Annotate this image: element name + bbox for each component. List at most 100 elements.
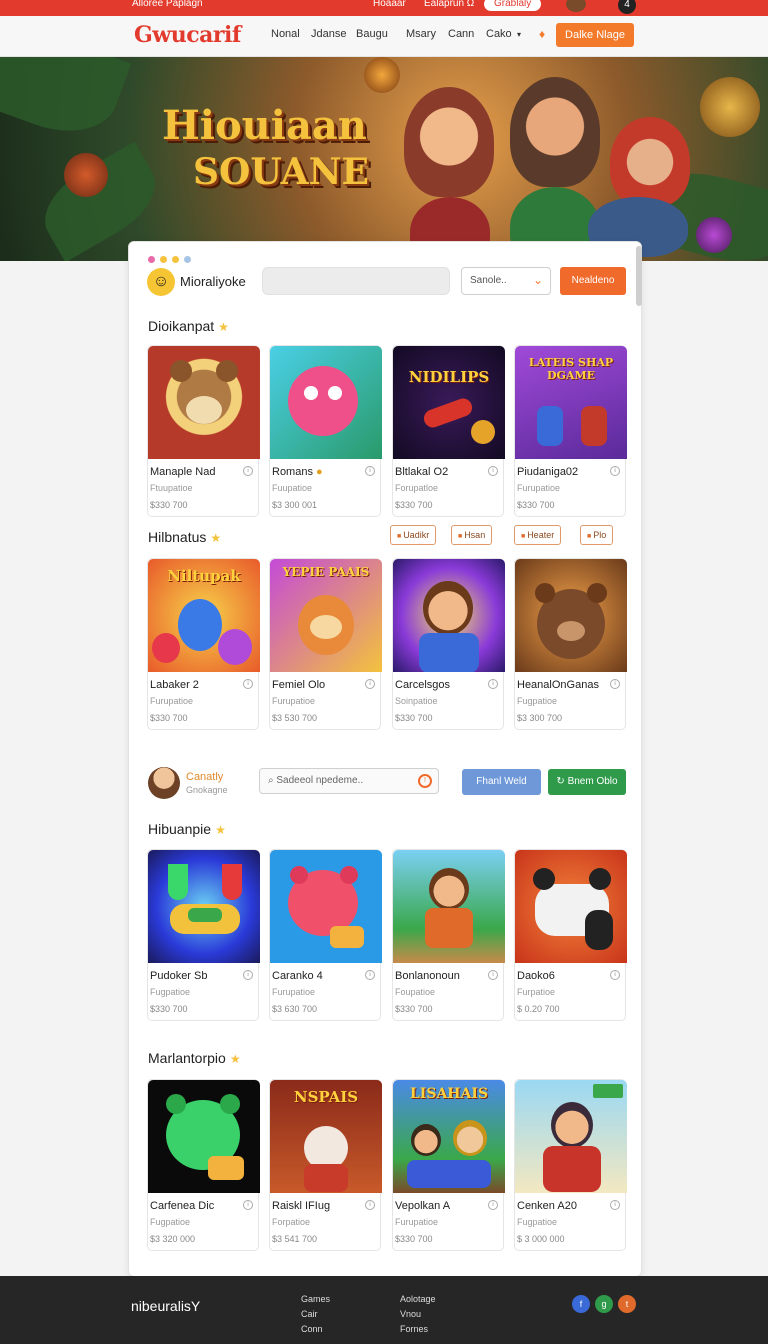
star-icon: ★ — [215, 823, 226, 837]
info-icon[interactable]: i — [365, 1200, 375, 1210]
game-subtitle: Ftuupatioe — [150, 483, 193, 493]
nav-link-4[interactable]: Msary — [406, 28, 436, 40]
game-price: $ 0.20 700 — [517, 1004, 560, 1014]
search-placeholder: Sadeeol npedeme.. — [276, 775, 364, 786]
info-icon[interactable]: i — [610, 466, 620, 476]
game-price: $3 630 700 — [272, 1004, 318, 1014]
game-title: Raiskl IFIug — [272, 1200, 331, 1212]
hero-character-3 — [610, 117, 690, 207]
game-price: $330 700 — [395, 1004, 433, 1014]
info-icon[interactable]: i — [610, 679, 620, 689]
game-price: $3 320 000 — [150, 1234, 196, 1244]
game-card[interactable]: Pudoker Sb i Fugpatioe $330 700 — [147, 849, 260, 1021]
game-title: HeanalOnGanas — [517, 679, 599, 691]
info-icon[interactable]: i — [488, 970, 498, 980]
nav-cta-button[interactable]: Dalke Nlage — [556, 23, 634, 47]
thumb-title: NIDILIPS — [408, 368, 490, 386]
game-card[interactable]: Manaple Nad i Ftuupatioe $330 700 — [147, 345, 260, 517]
info-icon[interactable]: i — [365, 970, 375, 980]
filter-tag[interactable]: Plo — [580, 525, 614, 545]
nav-link-2[interactable]: Jdanse — [311, 28, 346, 40]
scrollbar[interactable] — [636, 246, 642, 306]
info-icon[interactable]: i — [243, 970, 253, 980]
footer-link[interactable]: Fornes — [400, 1322, 436, 1337]
game-title: Romans ● — [272, 466, 323, 478]
game-card[interactable]: LATEIS SHAP DGAME Piudaniga02 i Furupati… — [514, 345, 627, 517]
chevron-down-icon: ⌄ — [532, 273, 543, 287]
footer-link[interactable]: Games — [301, 1292, 330, 1307]
game-card[interactable]: Carcelsgos i Soinpatioe $330 700 — [392, 558, 505, 730]
top-link-1[interactable]: Hoaaar — [373, 0, 406, 9]
footer-link[interactable]: Cair — [301, 1307, 330, 1322]
footer-logo[interactable]: nibeuralisY — [131, 1298, 200, 1314]
thumb-title: Niltupak — [167, 567, 241, 585]
footer-col-2: Aolotage Vnou Fornes — [400, 1292, 436, 1337]
game-card[interactable]: Bonlanonoun i Foupatioe $330 700 — [392, 849, 505, 1021]
game-subtitle: Furupatioe — [395, 1217, 439, 1227]
social-icon[interactable]: t — [618, 1295, 636, 1313]
game-title: Caranko 4 — [272, 970, 323, 982]
nav-link-3[interactable]: Baugu — [356, 28, 388, 40]
notification-badge[interactable]: 4 — [618, 0, 636, 14]
info-icon[interactable]: i — [365, 466, 375, 476]
sort-select-value: Sanole.. — [470, 275, 507, 286]
game-price: $330 700 — [150, 713, 188, 723]
game-card[interactable]: Caranko 4 i Furupatioe $3 630 700 — [269, 849, 382, 1021]
game-card[interactable]: HeanalOnGanas i Fugpatioe $3 300 700 — [514, 558, 627, 730]
info-icon[interactable]: i — [243, 466, 253, 476]
game-price: $330 700 — [150, 500, 188, 510]
sort-select[interactable]: Sanole.. ⌄ — [461, 267, 551, 295]
footer-link[interactable]: Aolotage — [400, 1292, 436, 1307]
nav-link-1[interactable]: Nonal — [271, 28, 300, 40]
game-price: $3 530 700 — [272, 713, 318, 723]
game-card[interactable]: NSPAIS Raiskl IFIug i Forpatioe $3 541 7… — [269, 1079, 382, 1251]
top-link-2[interactable]: Ealaprun Ω — [424, 0, 474, 9]
social-icon[interactable]: g — [595, 1295, 613, 1313]
game-card[interactable]: NIDILIPS Bltlakal O2 i Forupatloe $330 7… — [392, 345, 505, 517]
game-card[interactable]: Niltupak Labaker 2 i Furupatioe $330 700 — [147, 558, 260, 730]
info-icon[interactable]: i — [488, 679, 498, 689]
info-icon[interactable]: i — [365, 679, 375, 689]
info-icon[interactable]: i — [243, 679, 253, 689]
facebook-icon[interactable]: f — [572, 1295, 590, 1313]
game-card[interactable]: YEPIE PAAIS Femiel Olo i Furupatioe $3 5… — [269, 558, 382, 730]
footer-link[interactable]: Vnou — [400, 1307, 436, 1322]
game-title: Manaple Nad — [150, 466, 216, 478]
search-field[interactable]: ⌕ Sadeeol npedeme.. ! — [259, 768, 439, 794]
chevron-down-icon[interactable]: ▾ — [517, 30, 521, 39]
game-price: $330 700 — [395, 500, 433, 510]
game-card[interactable]: Daoko6 i Furpatioe $ 0.20 700 — [514, 849, 627, 1021]
thumb-title: LISAHAIS — [409, 1086, 489, 1102]
game-subtitle: Fuupatioe — [272, 483, 313, 493]
blue-action-button[interactable]: Fhanl Weld — [462, 769, 541, 795]
green-action-button[interactable]: ↻ Bnem Oblo — [548, 769, 626, 795]
game-card[interactable]: Carfenea Dic i Fugpatioe $3 320 000 — [147, 1079, 260, 1251]
game-card[interactable]: LISAHAIS Vepolkan A i Furupatioe $330 70… — [392, 1079, 505, 1251]
info-icon[interactable]: i — [488, 466, 498, 476]
footer: nibeuralisY Games Cair Conn Aolotage Vno… — [0, 1276, 768, 1344]
game-subtitle: Fugpatioe — [517, 1217, 558, 1227]
hero-character-2 — [510, 77, 600, 187]
clock-icon[interactable]: ! — [418, 774, 432, 788]
nav-link-5[interactable]: Cann — [448, 28, 474, 40]
game-card[interactable]: Cenken A20 i Fugpatioe $ 3 000 000 — [514, 1079, 627, 1251]
info-icon[interactable]: i — [488, 1200, 498, 1210]
info-icon[interactable]: i — [610, 970, 620, 980]
site-logo[interactable]: Gwucarif — [134, 22, 241, 48]
nav-link-6[interactable]: Cako — [486, 28, 512, 40]
top-pill-button[interactable]: Grablaly — [484, 0, 542, 11]
info-icon[interactable]: i — [610, 1200, 620, 1210]
game-subtitle: Furpatioe — [517, 987, 556, 997]
avatar[interactable] — [566, 0, 586, 12]
section-title-3: Hibuanpie ★ — [148, 821, 226, 837]
primary-button[interactable]: Nealdeno — [560, 267, 626, 295]
filter-tag[interactable]: Uadikr — [390, 525, 437, 545]
filter-tag[interactable]: Heater — [514, 525, 562, 545]
filter-tag[interactable]: Hsan — [451, 525, 493, 545]
footer-link[interactable]: Conn — [301, 1322, 330, 1337]
user-avatar[interactable] — [148, 767, 180, 799]
info-icon[interactable]: i — [243, 1200, 253, 1210]
game-card[interactable]: Romans ● i Fuupatioe $3 300 001 — [269, 345, 382, 517]
hero-title: Hiouiaan — [162, 102, 367, 149]
search-input[interactable] — [262, 267, 450, 295]
